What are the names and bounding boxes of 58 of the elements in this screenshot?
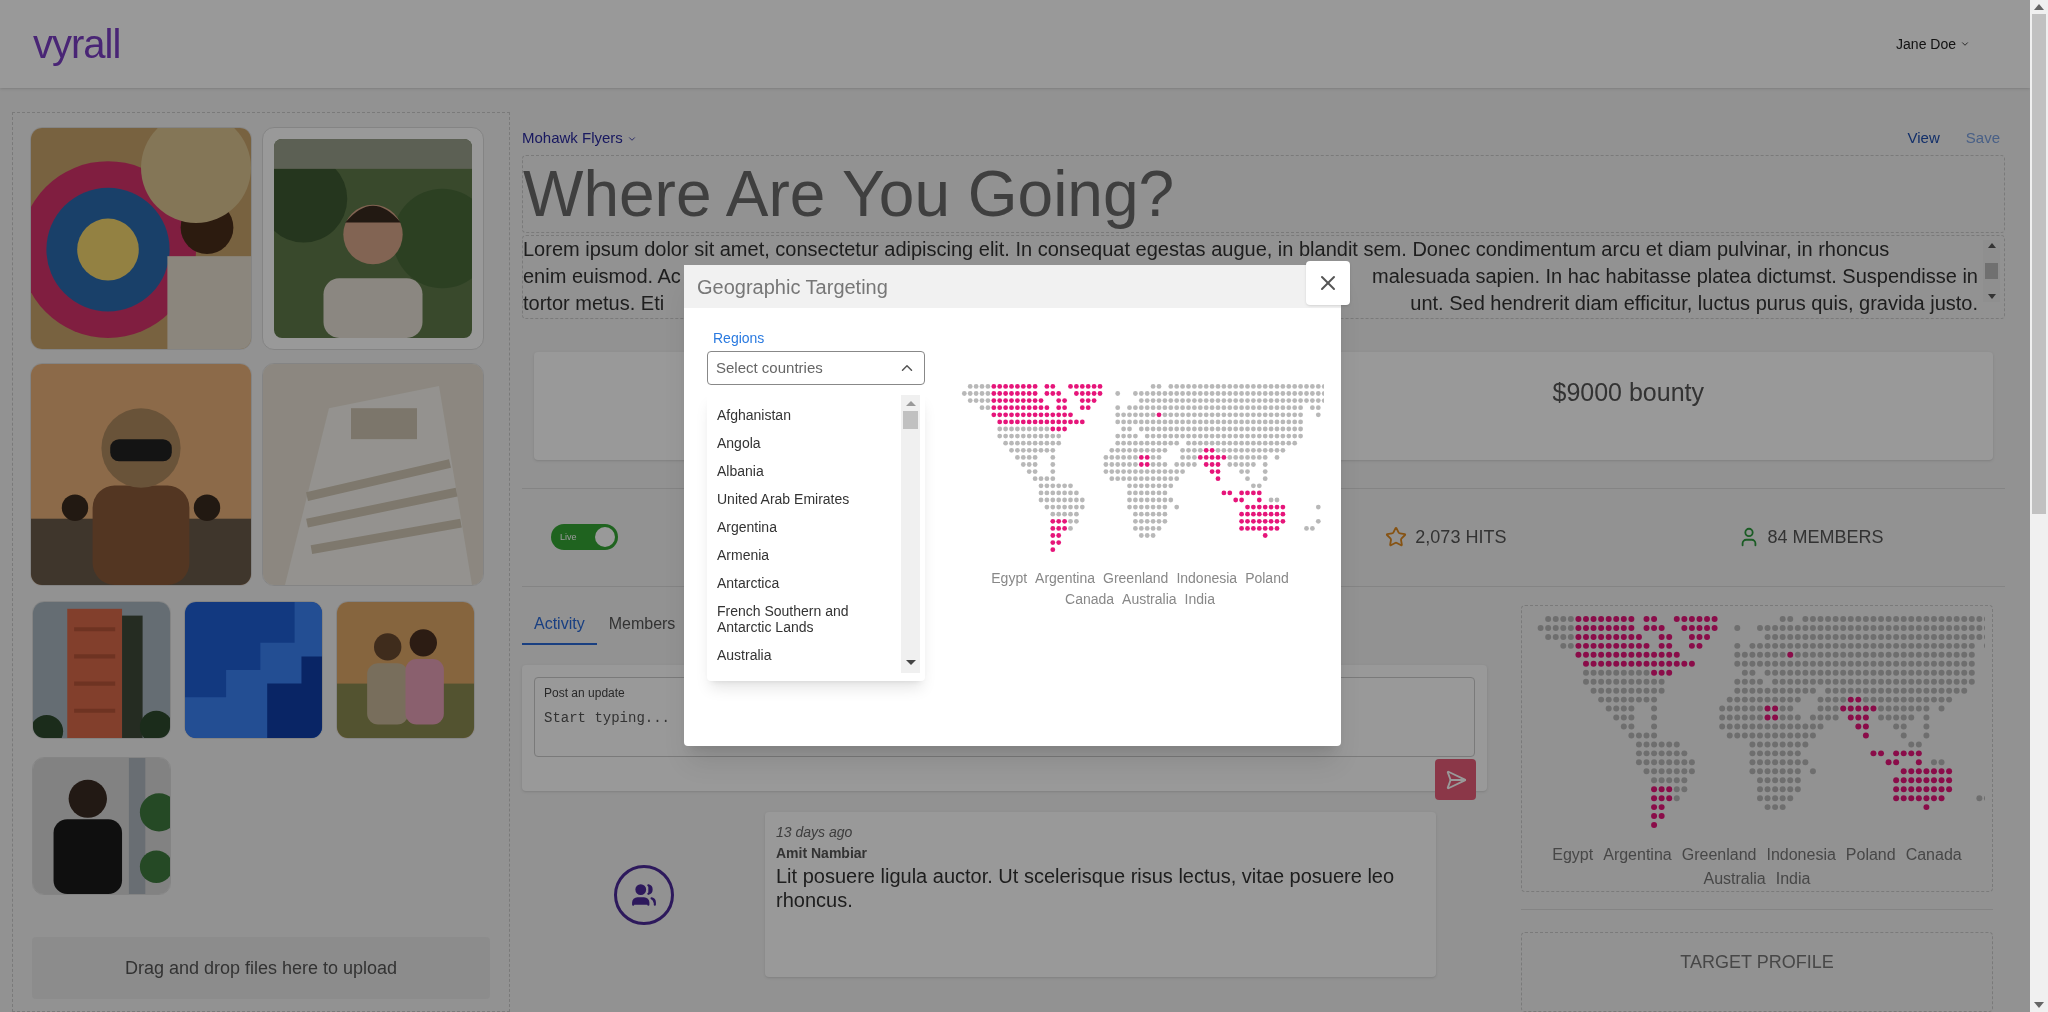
country-label: Egypt (991, 569, 1028, 589)
users-icon (630, 881, 657, 908)
country-option[interactable]: Australia (717, 641, 887, 669)
country-label: Poland (1845, 845, 1896, 865)
country-label: Canada (1065, 590, 1115, 610)
country-label: Australia (1122, 590, 1177, 610)
country-label: Greenland (1681, 845, 1757, 865)
country-option[interactable]: Angola (717, 429, 887, 457)
country-label: India (1184, 590, 1215, 610)
description-text: unt. Sed hendrerit diam efficitur, luctus purus quis, gravida justo. (1410, 290, 1978, 316)
description-text: tortor metus. Eti (523, 290, 665, 316)
title-field[interactable]: Where Are You Going? (522, 155, 2005, 233)
upload-dropzone[interactable]: Drag and drop files here to upload (32, 937, 490, 999)
country-option[interactable]: Albania (717, 457, 887, 485)
country-label: Indonesia (1766, 845, 1836, 865)
country-label: Argentina (1035, 569, 1095, 589)
search-input[interactable]: Select countries (716, 356, 876, 380)
tab[interactable]: Members (596, 605, 688, 645)
action-link[interactable]: View (1907, 127, 1940, 150)
country-label: Argentina (1603, 845, 1672, 865)
activity-author: Amit Nambiar (776, 844, 869, 863)
text-input[interactable]: Start typing... (544, 708, 1465, 729)
tab[interactable]: Activity (522, 605, 597, 645)
logo[interactable]: vyrall (33, 14, 121, 74)
bounty-text: $9000 bounty (1552, 376, 1704, 408)
country-option[interactable]: Armenia (717, 541, 887, 569)
country-option[interactable]: United Arab Emirates (717, 485, 887, 513)
members-count: 84 MEMBERS (1767, 525, 1884, 549)
country-select[interactable]: Select countries (707, 351, 925, 385)
country-option[interactable]: Afghanistan (717, 401, 887, 429)
country-label: Greenland (1103, 569, 1169, 589)
description-text: malesuada sapien. In hac habitasse platea dictumst. Suspendisse in (1372, 263, 1978, 289)
country-label: Australia (1703, 869, 1766, 889)
country-label: Canada (1905, 845, 1962, 865)
section-title: TARGET PROFILE (1680, 951, 1834, 974)
send-icon (1444, 768, 1467, 791)
country-label: Egypt (1552, 845, 1594, 865)
team-dropdown[interactable]: Mohawk Flyers (522, 127, 637, 150)
chevron-down-icon (1960, 39, 1970, 49)
close-button[interactable] (1306, 261, 1350, 305)
country-label: Poland (1245, 569, 1289, 589)
modal-title: Geographic Targeting (697, 274, 888, 300)
user-menu[interactable]: Jane Doe (1896, 33, 1970, 55)
star-icon (1385, 526, 1408, 549)
description-text: enim euismod. Ac (523, 263, 681, 289)
description-text: Lorem ipsum dolor sit amet, consectetur adipiscing elit. In consequat egestas augue, in blandit sem. Donec condimentum arcu et diam pulvinar, in rhoncus (523, 236, 1890, 262)
country-option[interactable]: Antarctica (717, 569, 887, 597)
send-button[interactable] (1435, 759, 1476, 800)
activity-time: 13 days ago (776, 823, 854, 842)
list-scrollbar[interactable] (901, 395, 920, 673)
activity-text: Lit posuere ligula auctor. Ut scelerisque risus lectus, vitae posuere leo rhoncus. (776, 864, 1396, 912)
country-label: Indonesia (1176, 569, 1238, 589)
field-label: Regions (712, 329, 766, 348)
country-option[interactable]: French Southern and Antarctic Lands (717, 597, 887, 641)
hits-count: 2,073 HITS (1415, 525, 1507, 549)
country-label: India (1775, 869, 1811, 889)
field-label: Post an update (544, 685, 626, 702)
country-option[interactable]: Argentina (717, 513, 887, 541)
